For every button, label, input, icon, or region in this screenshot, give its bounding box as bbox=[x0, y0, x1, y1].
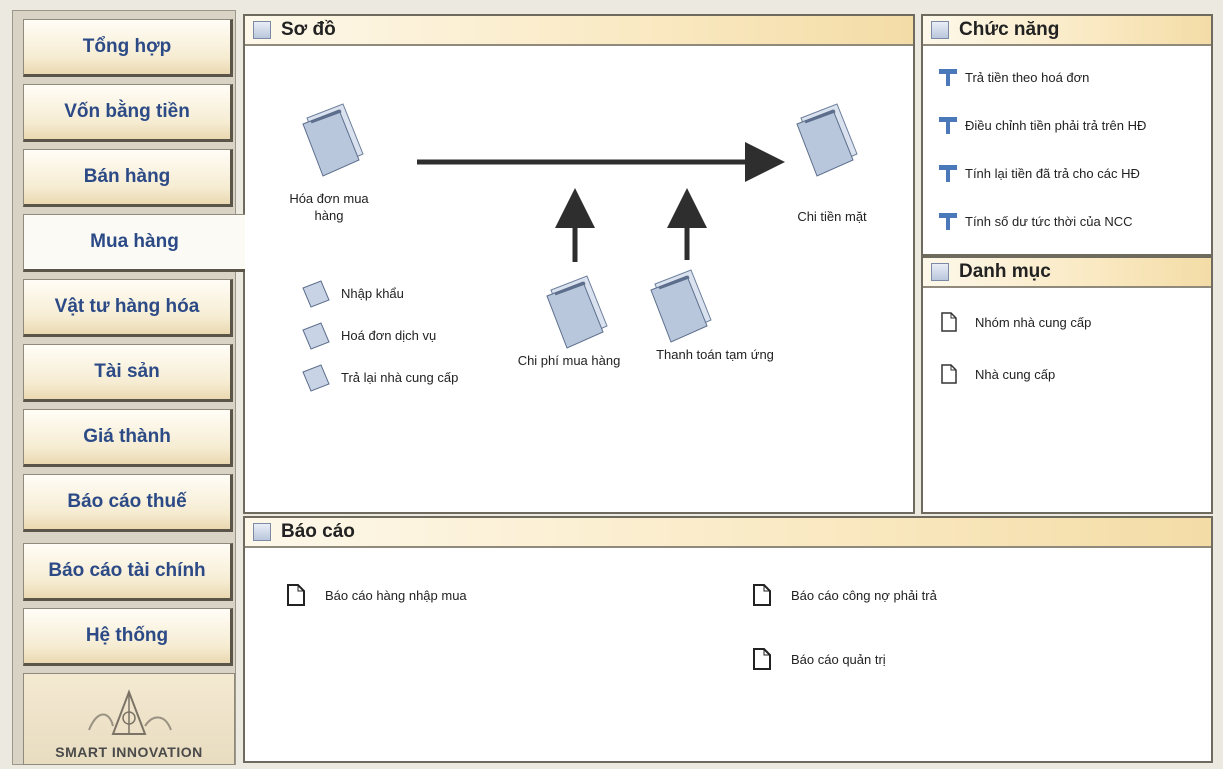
diagram-arrows bbox=[417, 142, 785, 262]
report-payables[interactable]: Báo cáo công nợ phải trả bbox=[753, 584, 937, 606]
logo: SMART INNOVATION bbox=[23, 673, 235, 765]
sidebar-item-von-bang-tien[interactable]: Vốn bằng tiền bbox=[23, 84, 233, 142]
function-label: Trả tiền theo hoá đơn bbox=[965, 69, 1090, 85]
catalog-supplier-group[interactable]: Nhóm nhà cung cấp bbox=[941, 312, 1091, 332]
import-doc-icon bbox=[302, 280, 330, 308]
sidebar-item-mua-hang[interactable]: Mua hàng bbox=[23, 214, 245, 272]
panel-header-icon bbox=[253, 523, 271, 541]
sidebar-item-tong-hop[interactable]: Tổng hợp bbox=[23, 19, 233, 77]
catalog-label: Nhà cung cấp bbox=[975, 366, 1056, 382]
function-recalculate-paid[interactable]: Tính lại tiền đã trả cho các HĐ bbox=[937, 162, 1140, 184]
reports-header: Báo cáo bbox=[245, 518, 1211, 548]
catalog-label: Nhóm nhà cung cấp bbox=[975, 314, 1092, 330]
panel-header-icon bbox=[931, 263, 949, 281]
panel-header-icon bbox=[931, 21, 949, 39]
link-import-label: Nhập khẩu bbox=[341, 285, 404, 301]
sidebar-item-he-thong[interactable]: Hệ thống bbox=[23, 608, 233, 666]
catalog-supplier[interactable]: Nhà cung cấp bbox=[941, 364, 1055, 384]
return-supplier-doc-icon bbox=[302, 364, 330, 392]
page-icon bbox=[941, 312, 957, 332]
sidebar-item-gia-thanh[interactable]: Giá thành bbox=[23, 409, 233, 467]
link-return-supplier[interactable]: Trả lại nhà cung cấp bbox=[299, 362, 458, 392]
tool-icon bbox=[939, 117, 957, 134]
purchase-cost-document-icon[interactable] bbox=[541, 270, 613, 350]
function-pay-by-invoice[interactable]: Trả tiền theo hoá đơn bbox=[937, 66, 1089, 88]
link-service-invoice[interactable]: Hoá đơn dịch vụ bbox=[299, 320, 436, 350]
report-purchase-goods[interactable]: Báo cáo hàng nhập mua bbox=[287, 584, 467, 606]
report-icon bbox=[287, 584, 305, 606]
tool-icon bbox=[939, 69, 957, 86]
report-label: Báo cáo công nợ phải trả bbox=[791, 587, 937, 603]
sidebar-item-tai-san[interactable]: Tài sản bbox=[23, 344, 233, 402]
function-label: Tính số dư tức thời của NCC bbox=[965, 213, 1133, 229]
link-service-invoice-label: Hoá đơn dịch vụ bbox=[341, 327, 437, 343]
link-import[interactable]: Nhập khẩu bbox=[299, 278, 404, 308]
invoice-document-icon[interactable] bbox=[297, 98, 369, 178]
diagram-panel: Sơ đồ Hóa đơn mua hàng Chi tiền mặt Chi … bbox=[243, 14, 915, 514]
function-label: Tính lại tiền đã trả cho các HĐ bbox=[965, 165, 1140, 181]
catalog-panel: Danh mục Nhóm nhà cung cấp Nhà cung cấp bbox=[921, 256, 1213, 514]
tool-icon bbox=[939, 213, 957, 230]
report-management[interactable]: Báo cáo quản trị bbox=[753, 648, 886, 670]
page-icon bbox=[941, 364, 957, 384]
function-adjust-payable[interactable]: Điều chỉnh tiền phải trả trên HĐ bbox=[937, 114, 1146, 136]
service-invoice-doc-icon bbox=[302, 322, 330, 350]
report-label: Báo cáo hàng nhập mua bbox=[325, 587, 467, 603]
sidebar-item-ban-hang[interactable]: Bán hàng bbox=[23, 149, 233, 207]
sidebar-item-bao-cao-thue[interactable]: Báo cáo thuế bbox=[23, 474, 233, 532]
report-label: Báo cáo quản trị bbox=[791, 651, 886, 667]
catalog-title: Danh mục bbox=[959, 261, 1051, 282]
reports-title: Báo cáo bbox=[281, 521, 355, 542]
reports-panel: Báo cáo Báo cáo hàng nhập mua Báo cáo cô… bbox=[243, 516, 1213, 763]
function-supplier-balance[interactable]: Tính số dư tức thời của NCC bbox=[937, 210, 1133, 232]
logo-text: SMART INNOVATION bbox=[55, 744, 203, 760]
advance-payment-document-icon[interactable] bbox=[645, 264, 717, 344]
functions-header: Chức năng bbox=[923, 16, 1211, 46]
catalog-header: Danh mục bbox=[923, 258, 1211, 288]
sidebar-item-bao-cao-tai-chinh[interactable]: Báo cáo tài chính bbox=[23, 543, 233, 601]
link-return-supplier-label: Trả lại nhà cung cấp bbox=[341, 369, 459, 385]
advance-payment-label: Thanh toán tạm ứng bbox=[656, 347, 774, 362]
report-icon bbox=[753, 584, 771, 606]
sidebar-item-vat-tu-hang-hoa[interactable]: Vật tư hàng hóa bbox=[23, 279, 233, 337]
purchase-cost-label: Chi phí mua hàng bbox=[517, 353, 621, 368]
smart-innovation-logo-icon bbox=[88, 689, 172, 735]
functions-panel: Chức năng Trả tiền theo hoá đơn Điều chỉ… bbox=[921, 14, 1213, 256]
cash-document-icon[interactable] bbox=[791, 98, 863, 178]
invoice-label: Hóa đơn mua hàng bbox=[289, 191, 369, 223]
report-icon bbox=[753, 648, 771, 670]
tool-icon bbox=[939, 165, 957, 182]
sidebar: Tổng hợp Vốn bằng tiền Bán hàng Mua hàng… bbox=[12, 10, 245, 765]
functions-title: Chức năng bbox=[959, 19, 1060, 40]
function-label: Điều chỉnh tiền phải trả trên HĐ bbox=[965, 117, 1147, 133]
cash-label: Chi tiền mặt bbox=[797, 209, 867, 224]
